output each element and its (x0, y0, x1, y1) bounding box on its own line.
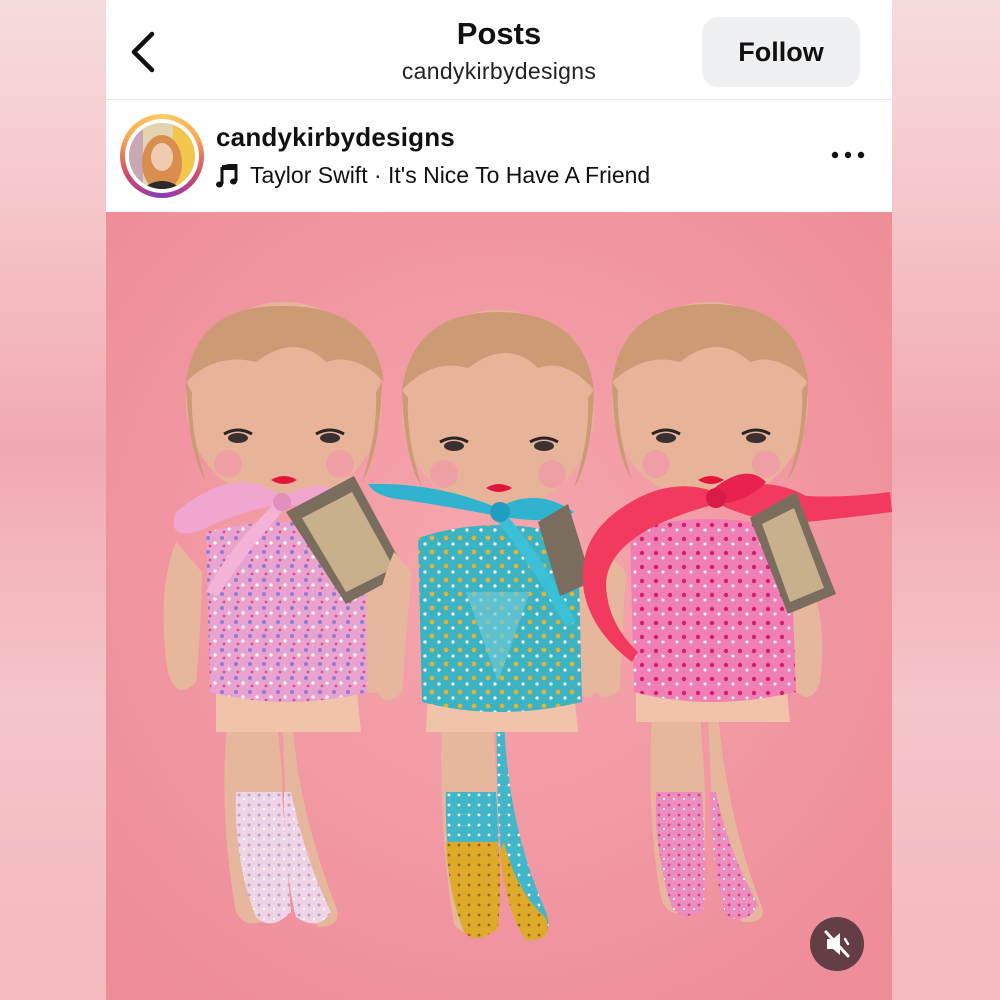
avatar-image (129, 123, 195, 189)
audio-track[interactable]: Taylor Swift · It's Nice To Have A Frien… (216, 162, 650, 189)
music-note-icon (216, 163, 238, 187)
page-title: Posts (456, 16, 542, 51)
page-titles: Posts candykirbydesigns (306, 16, 692, 86)
audio-label: Taylor Swift · It's Nice To Have A Frien… (250, 162, 651, 188)
more-dots-icon[interactable] (828, 140, 868, 170)
post-header: candykirbydesigns Taylor Swift · It's Ni… (106, 100, 892, 212)
avatar[interactable] (120, 114, 204, 198)
avatar-frame (125, 119, 199, 193)
chevron-left-icon[interactable] (124, 28, 164, 76)
page-subtitle: candykirbydesigns (401, 58, 597, 84)
top-bar: Posts candykirbydesigns Follow (106, 0, 892, 100)
post-photo[interactable] (106, 212, 892, 1000)
blurred-backdrop-right (892, 0, 1000, 1000)
blurred-backdrop-left (0, 0, 106, 1000)
post-username[interactable]: candykirbydesigns (216, 122, 455, 153)
follow-button[interactable]: Follow (702, 17, 860, 87)
speaker-muted-icon[interactable] (810, 917, 864, 971)
doll-photo-illustration (106, 212, 892, 1000)
phone-screen: Posts candykirbydesigns Follow candykirb… (106, 0, 892, 1000)
